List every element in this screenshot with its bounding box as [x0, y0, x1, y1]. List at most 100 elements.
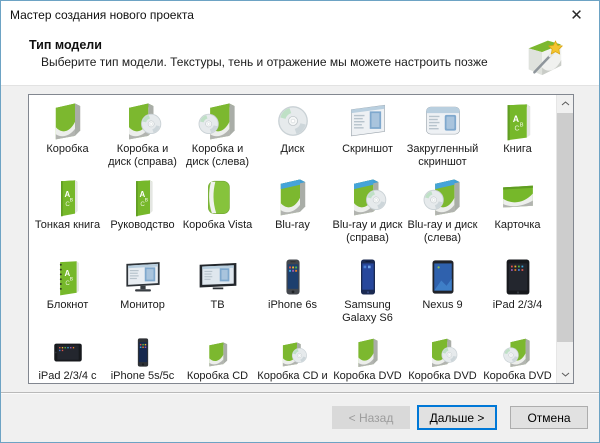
model-item-label: Блокнот	[46, 299, 89, 311]
screenshot-round-icon	[425, 106, 460, 135]
model-item-label: Коробка CD	[186, 370, 249, 382]
model-item-label: iPad 2/3/4 с	[38, 370, 97, 382]
ipad-icon	[506, 259, 529, 295]
nexus-icon	[432, 260, 453, 294]
model-item-label: iPad 2/3/4	[492, 299, 543, 311]
close-icon: ✕	[570, 7, 583, 24]
model-item[interactable]: Blu-ray и диск (справа)	[330, 173, 405, 253]
cd-box-disc-icon	[282, 342, 307, 367]
model-item[interactable]: Коробка и диск (справа)	[105, 97, 180, 173]
model-item-label: Коробка	[46, 143, 89, 155]
chevron-down-icon	[561, 372, 570, 377]
scroll-down-button[interactable]	[557, 366, 573, 383]
model-item[interactable]: Коробка CD	[180, 333, 255, 383]
page-title: Тип модели	[29, 38, 102, 52]
model-item-label: Тонкая книга	[34, 219, 101, 231]
model-item-label: Коробка и диск (слева)	[185, 143, 250, 168]
content-area: Коробка Коробка и диск (справа) Коробка и …	[1, 86, 599, 392]
bluray-disc-r-icon	[345, 176, 387, 218]
model-item[interactable]: Монитор	[105, 253, 180, 333]
model-type-listbox: Коробка Коробка и диск (справа) Коробка и …	[28, 94, 574, 384]
phone6-icon	[285, 259, 300, 295]
galaxy-icon	[360, 259, 375, 295]
model-item-label: ТВ	[210, 299, 225, 311]
model-item-label: Коробка CD и	[257, 370, 328, 382]
model-item-label: Монитор	[120, 299, 165, 311]
dvd-box-disc-r-icon	[431, 338, 458, 367]
model-item[interactable]: Закругленный скриншот	[405, 97, 480, 173]
bluray-icon	[270, 176, 316, 218]
scroll-up-button[interactable]	[557, 95, 573, 112]
model-item-label: Blu-ray и диск (справа)	[332, 219, 403, 244]
box-icon	[55, 103, 80, 140]
model-item[interactable]: Коробка CD и	[255, 333, 330, 383]
model-item[interactable]: Blu-ray	[255, 173, 330, 253]
box-disc-r-icon	[128, 103, 162, 140]
model-item-label: Скриншот	[342, 143, 393, 155]
phone5-icon	[137, 338, 148, 367]
model-item-label: Коробка DVD	[333, 370, 402, 382]
model-item[interactable]: Коробка	[30, 97, 105, 173]
button-bar: < Назад Дальше > Отмена	[1, 392, 599, 442]
model-item-label: iPhone 6s	[268, 299, 317, 311]
dvd-box-icon	[357, 338, 378, 367]
wizard-box-wand-icon	[527, 39, 564, 77]
book-thin-icon	[135, 180, 153, 217]
model-item[interactable]: Blu-ray и диск (слева)	[405, 173, 480, 253]
model-item[interactable]: Коробка DVD и	[405, 333, 480, 383]
bluray-disc-l-icon	[422, 176, 466, 218]
model-item-label: Samsung Galaxy S6	[342, 299, 393, 324]
model-item[interactable]: Nexus 9	[405, 253, 480, 333]
model-item[interactable]: iPad 2/3/4	[480, 253, 555, 333]
wizard-header: Тип модели Выберите тип модели. Текстуры…	[1, 29, 599, 86]
model-item-label: Руководство	[110, 219, 175, 231]
model-item[interactable]: Коробка и диск (слева)	[180, 97, 255, 173]
model-item[interactable]: ТВ	[180, 253, 255, 333]
disc-icon	[277, 105, 308, 137]
model-item[interactable]: iPhone 5s/5c	[105, 333, 180, 383]
title-bar: Мастер создания нового проекта ✕	[1, 1, 599, 29]
model-grid: Коробка Коробка и диск (справа) Коробка и …	[30, 97, 556, 383]
model-item[interactable]: Карточка	[480, 173, 555, 253]
close-button[interactable]: ✕	[554, 1, 599, 29]
scrollbar-thumb[interactable]	[557, 113, 573, 342]
vertical-scrollbar[interactable]	[556, 95, 573, 383]
page-subtitle: Выберите тип модели. Текстуры, тень и от…	[41, 55, 488, 69]
box-disc-l-icon	[197, 103, 235, 140]
model-item-label: Blu-ray	[275, 219, 310, 231]
back-button[interactable]: < Назад	[332, 406, 410, 429]
chevron-up-icon	[561, 101, 570, 106]
model-item[interactable]: Коробка DVD и	[480, 333, 555, 383]
model-item[interactable]: Samsung Galaxy S6	[330, 253, 405, 333]
model-item[interactable]: Диск	[255, 97, 330, 173]
model-item-label: iPhone 5s/5c	[110, 370, 175, 382]
book-icon	[507, 104, 530, 141]
notepad-icon	[59, 261, 79, 296]
ipad-land-icon	[53, 343, 82, 362]
book-thin-icon	[60, 180, 78, 217]
model-item-label: Диск	[280, 143, 305, 155]
model-item[interactable]: Коробка DVD	[330, 333, 405, 383]
model-item[interactable]: Руководство	[105, 173, 180, 253]
model-item[interactable]: iPad 2/3/4 с	[30, 333, 105, 383]
wizard-dialog: Мастер создания нового проекта ✕ Тип мод…	[0, 0, 600, 443]
model-item[interactable]: Тонкая книга	[30, 173, 105, 253]
vista-icon	[207, 180, 230, 215]
screenshot-icon	[350, 104, 385, 137]
next-button[interactable]: Дальше >	[417, 405, 497, 430]
model-item[interactable]: Книга	[480, 97, 555, 173]
model-item[interactable]: iPhone 6s	[255, 253, 330, 333]
tv-icon	[199, 263, 236, 290]
model-item[interactable]: Блокнот	[30, 253, 105, 333]
cancel-button[interactable]: Отмена	[510, 406, 588, 429]
dvd-box-disc-l-icon	[502, 338, 530, 367]
card-icon	[502, 185, 533, 208]
model-item-label: Коробка DVD и	[483, 370, 552, 382]
monitor-icon	[125, 262, 160, 292]
model-item-label: Закругленный скриншот	[406, 143, 479, 168]
model-item-label: Книга	[503, 143, 532, 155]
model-item[interactable]: Коробка Vista	[180, 173, 255, 253]
model-item[interactable]: Скриншот	[330, 97, 405, 173]
model-item-label: Карточка	[494, 219, 541, 231]
model-item-label: Коробка DVD и	[408, 370, 477, 382]
